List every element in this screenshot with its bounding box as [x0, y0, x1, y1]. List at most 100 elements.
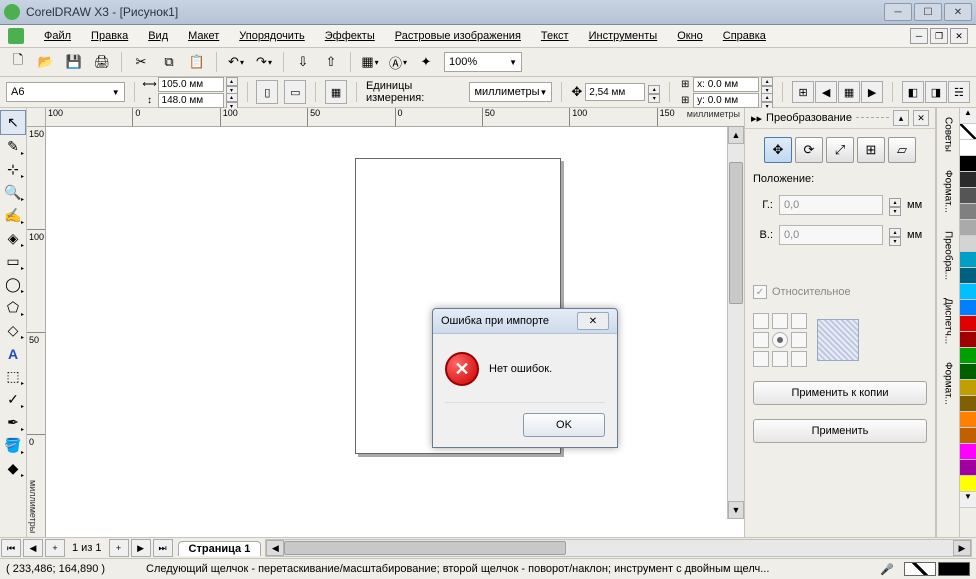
color-swatch[interactable] — [960, 380, 976, 396]
undo-button[interactable]: ↶▾ — [224, 50, 248, 74]
page-tab[interactable]: Страница 1 — [178, 541, 262, 556]
ruler-origin[interactable] — [27, 108, 46, 127]
basic-shapes-tool[interactable]: ◇▸ — [1, 319, 25, 342]
page-buttons[interactable]: ▦ — [325, 80, 347, 104]
color-swatch[interactable] — [960, 268, 976, 284]
shape-tool[interactable]: ✎▸ — [1, 135, 25, 158]
pick-tool[interactable]: ↖ — [0, 110, 26, 135]
mdi-minimize-button[interactable]: ─ — [910, 28, 928, 44]
rotate-tab[interactable]: ⟳ — [795, 137, 823, 163]
import-button[interactable]: ⇩ — [291, 50, 315, 74]
dup-y-input[interactable]: y: 0.0 мм — [693, 93, 759, 108]
hints-tab[interactable]: Советы — [940, 112, 957, 157]
h-spinner[interactable]: ▴▾ — [889, 198, 901, 213]
treat-as-filled-button[interactable]: ◧ — [902, 81, 924, 103]
zoom-tool[interactable]: 🔍▸ — [1, 181, 25, 204]
position-tab[interactable]: ✥ — [764, 137, 792, 163]
outline-tool[interactable]: ✒▸ — [1, 411, 25, 434]
menu-help[interactable]: Справка — [715, 28, 774, 44]
first-page-button[interactable]: ⏮ — [1, 539, 21, 557]
menu-effects[interactable]: Эффекты — [317, 28, 383, 44]
anchor-grid[interactable] — [753, 313, 807, 367]
color-swatch[interactable] — [960, 236, 976, 252]
dup-x-input[interactable]: x: 0.0 мм — [693, 77, 759, 92]
portrait-button[interactable]: ▯ — [256, 80, 278, 104]
zoom-combo[interactable]: 100% ▼ — [444, 52, 522, 72]
menu-view[interactable]: Вид — [140, 28, 176, 44]
color-swatch[interactable] — [960, 172, 976, 188]
add-page-before-button[interactable]: + — [45, 539, 65, 557]
relative-checkbox[interactable]: ✓ — [753, 285, 767, 299]
page-width-input[interactable]: 105.0 мм — [158, 77, 224, 92]
scale-tab[interactable]: ⤢ — [826, 137, 854, 163]
app-launcher-button[interactable]: ▦▾ — [358, 50, 382, 74]
menu-bitmaps[interactable]: Растровые изображения — [387, 28, 529, 44]
color-swatch[interactable] — [960, 364, 976, 380]
vertical-scrollbar[interactable]: ▲ ▼ — [727, 126, 744, 519]
smart-fill-tool[interactable]: ◈▸ — [1, 227, 25, 250]
h-position-input[interactable]: 0,0 — [779, 195, 883, 215]
options-button[interactable]: ✦ — [414, 50, 438, 74]
fill-tool[interactable]: 🪣▸ — [1, 434, 25, 457]
mdi-restore-button[interactable]: ❐ — [930, 28, 948, 44]
menu-window[interactable]: Окно — [669, 28, 711, 44]
export-button[interactable]: ⇧ — [319, 50, 343, 74]
docker-close-button[interactable]: ✕ — [913, 110, 929, 126]
fill-swatch[interactable] — [904, 562, 936, 576]
skew-tab[interactable]: ▱ — [888, 137, 916, 163]
no-color-swatch[interactable] — [960, 124, 976, 140]
dialog-ok-button[interactable]: OK — [523, 413, 605, 437]
freehand-tool[interactable]: ✍▸ — [1, 204, 25, 227]
color-swatch[interactable] — [960, 204, 976, 220]
draw-complex-button[interactable]: ◨ — [925, 81, 947, 103]
cut-button[interactable]: ✂ — [129, 50, 153, 74]
palette-scroll-down[interactable]: ▼ — [960, 492, 976, 508]
color-swatch[interactable] — [960, 140, 976, 156]
prev-page-button[interactable]: ◀ — [23, 539, 43, 557]
snap-objects-button[interactable]: ▦ — [838, 81, 860, 103]
open-button[interactable]: 📂 — [34, 50, 58, 74]
menu-edit[interactable]: Правка — [83, 28, 136, 44]
color-swatch[interactable] — [960, 156, 976, 172]
dialog-close-button[interactable]: ✕ — [577, 312, 609, 330]
page-height-input[interactable]: 148.0 мм — [158, 93, 224, 108]
window-minimize-button[interactable]: ─ — [884, 3, 912, 21]
landscape-button[interactable]: ▭ — [284, 80, 306, 104]
nudge-spinner[interactable]: ▴▾ — [648, 85, 660, 100]
size-tab[interactable]: ⊞ — [857, 137, 885, 163]
last-page-button[interactable]: ⏭ — [153, 539, 173, 557]
nudge-input[interactable]: 2,54 мм — [585, 83, 645, 101]
save-button[interactable]: 💾 — [62, 50, 86, 74]
menu-tools[interactable]: Инструменты — [581, 28, 666, 44]
add-page-after-button[interactable]: + — [109, 539, 129, 557]
format-tab[interactable]: Формат... — [940, 165, 957, 218]
color-swatch[interactable] — [960, 300, 976, 316]
mdi-close-button[interactable]: ✕ — [950, 28, 968, 44]
apply-button[interactable]: Применить — [753, 419, 927, 443]
palette-scroll-up[interactable]: ▲ — [960, 108, 976, 124]
color-swatch[interactable] — [960, 396, 976, 412]
format2-tab[interactable]: Формат... — [940, 357, 957, 410]
paper-size-combo[interactable]: A6 ▼ — [6, 82, 125, 102]
welcome-button[interactable]: Ⓐ▾ — [386, 50, 410, 74]
print-button[interactable]: 🖨 — [90, 50, 114, 74]
horizontal-ruler[interactable]: 100 0 100 50 0 50 100 150 миллиметры — [45, 108, 744, 127]
vertical-ruler[interactable]: 150 100 50 0 миллиметры — [27, 126, 46, 537]
width-spinner[interactable]: ▴▾ — [226, 77, 238, 92]
color-swatch[interactable] — [960, 444, 976, 460]
color-swatch[interactable] — [960, 348, 976, 364]
snap-guides-button[interactable]: ◀ — [815, 81, 837, 103]
height-spinner[interactable]: ▴▾ — [226, 93, 238, 108]
color-swatch[interactable] — [960, 412, 976, 428]
snap-dynamic-button[interactable]: ▶ — [861, 81, 883, 103]
interactive-fill-tool[interactable]: ◆▸ — [1, 457, 25, 480]
interactive-blend-tool[interactable]: ⬚▸ — [1, 365, 25, 388]
color-swatch[interactable] — [960, 332, 976, 348]
ellipse-tool[interactable]: ◯▸ — [1, 273, 25, 296]
units-combo[interactable]: миллиметры ▼ — [469, 82, 552, 102]
rectangle-tool[interactable]: ▭▸ — [1, 250, 25, 273]
outline-swatch[interactable] — [938, 562, 970, 576]
polygon-tool[interactable]: ⬠▸ — [1, 296, 25, 319]
color-swatch[interactable] — [960, 428, 976, 444]
v-spinner[interactable]: ▴▾ — [889, 228, 901, 243]
